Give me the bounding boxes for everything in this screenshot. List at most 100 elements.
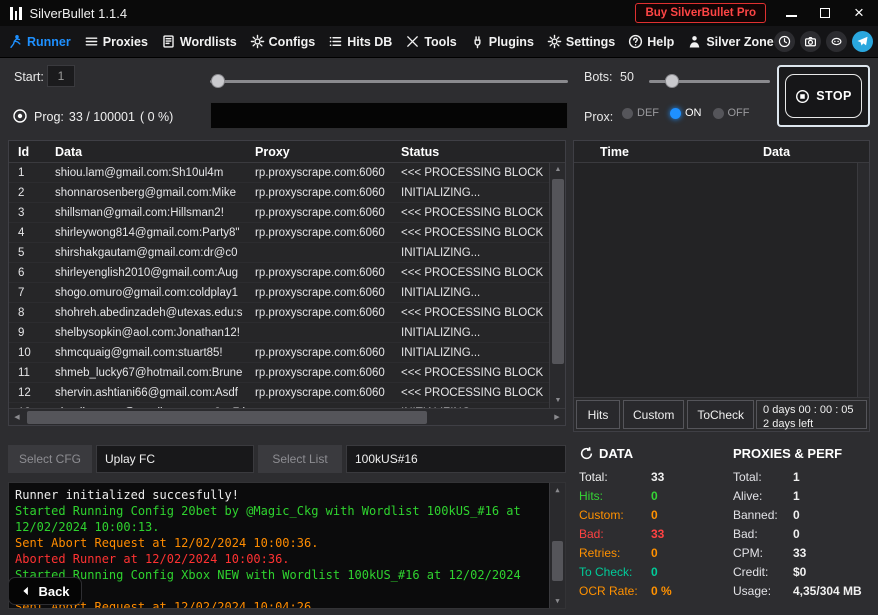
scroll-down-arrow[interactable]: ▼: [550, 394, 565, 408]
start-input[interactable]: [47, 65, 75, 87]
nav-item-hits-db[interactable]: Hits DB: [328, 34, 392, 49]
cell-status: INITIALIZING...: [401, 186, 481, 199]
cell-id: 3: [18, 206, 25, 219]
log-line: Runner initialized succesfully!: [15, 488, 239, 502]
nav-item-configs[interactable]: Configs: [250, 34, 315, 49]
table-row[interactable]: 8 shohreh.abedinzadeh@utexas.edu:s rp.prox…: [9, 303, 565, 323]
results-body: [574, 163, 869, 397]
scroll-left-arrow[interactable]: ◀: [9, 409, 25, 425]
prox-option-def[interactable]: DEF: [622, 107, 659, 119]
timer-box: 0 days 00 : 00 : 05 2 days left: [756, 400, 867, 430]
nav-item-proxies[interactable]: Proxies: [84, 34, 148, 49]
log-lines: Runner initialized succesfully! Started R…: [15, 487, 545, 608]
gear-icon: [250, 34, 265, 49]
hits-db-icon: [328, 34, 343, 49]
log-line: Aborted Runner at 12/02/2024 10:00:36.: [15, 552, 290, 566]
results-scrollbar[interactable]: [857, 163, 869, 397]
camera-button[interactable]: [799, 31, 821, 52]
cell-data: shiou.lam@gmail.com:Sh10ul4m: [55, 166, 224, 179]
table-row[interactable]: 2 shonnarosenberg@gmail.com:Mike rp.proxys…: [9, 183, 565, 203]
table-row[interactable]: 11 shmeb_lucky67@hotmail.com:Brune rp.prox…: [9, 363, 565, 383]
scroll-up-arrow[interactable]: ▲: [550, 163, 565, 177]
nav-bar: Runner Proxies Wordlists Configs Hits DB Tool…: [0, 26, 878, 58]
slider-thumb[interactable]: [211, 74, 225, 88]
table-row[interactable]: 10 shmcquaig@gmail.com:stuart85! rp.proxys…: [9, 343, 565, 363]
select-cfg-button[interactable]: Select CFG: [8, 445, 92, 473]
log-scrollbar[interactable]: ▲ ▼: [549, 483, 565, 608]
vertical-scrollbar[interactable]: ▲ ▼: [549, 163, 565, 408]
stat-value: 0: [651, 507, 658, 522]
clock-button[interactable]: [773, 31, 795, 52]
stat-row: Banned: 0: [733, 505, 873, 524]
table-row[interactable]: 3 shillsman@gmail.com:Hillsman2! rp.proxys…: [9, 203, 565, 223]
scroll-right-arrow[interactable]: ▶: [549, 409, 565, 425]
list-value[interactable]: 100kUS#16: [346, 445, 566, 473]
stat-label: Bad:: [579, 526, 604, 541]
nav-item-runner[interactable]: Runner: [8, 34, 71, 49]
time-remaining: 2 days left: [763, 418, 814, 430]
app-window: SilverBullet 1.1.4 Buy SilverBullet Pro …: [0, 0, 878, 615]
cell-proxy: rp.proxyscrape.com:6060: [255, 166, 385, 179]
start-slider[interactable]: [210, 74, 568, 88]
bots-slider[interactable]: [649, 74, 770, 88]
runner-table-body: 1 shiou.lam@gmail.com:Sh10ul4m rp.proxyscr…: [9, 163, 565, 423]
runner-log: Runner initialized succesfully! Started R…: [8, 482, 566, 609]
nav-item-silver-zone[interactable]: Silver Zone: [687, 34, 774, 49]
table-row[interactable]: 6 shirleyenglish2010@gmail.com:Aug rp.prox…: [9, 263, 565, 283]
scrollbar-thumb[interactable]: [552, 179, 564, 364]
slider-thumb[interactable]: [665, 74, 679, 88]
prox-option-on[interactable]: ON: [670, 107, 702, 119]
minimize-button[interactable]: [782, 5, 800, 21]
nav-item-plugins[interactable]: Plugins: [470, 34, 534, 49]
stat-row: Alive: 1: [733, 486, 873, 505]
nav-item-help[interactable]: Help: [628, 34, 674, 49]
stat-row: Credit: $0: [733, 562, 873, 581]
scrollbar-thumb[interactable]: [552, 541, 563, 581]
table-row[interactable]: 4 shirleywong814@gmail.com:Party8" rp.prox…: [9, 223, 565, 243]
stop-button[interactable]: STOP: [785, 74, 862, 118]
cfg-value[interactable]: Uplay FC: [96, 445, 254, 473]
results-panel: Time Data Hits Custom ToCheck 0 days 00 : …: [573, 140, 870, 432]
stat-value: 0: [651, 488, 658, 503]
table-row[interactable]: 7 shogo.omuro@gmail.com:coldplay1 rp.proxy…: [9, 283, 565, 303]
progress-icon: [12, 108, 28, 124]
stat-row: Retries: 0: [579, 543, 727, 562]
scroll-up-arrow[interactable]: ▲: [550, 483, 565, 497]
tab-tocheck[interactable]: ToCheck: [687, 400, 755, 429]
nav-item-label: Settings: [565, 34, 616, 49]
discord-button[interactable]: [825, 31, 847, 52]
table-row[interactable]: 12 shervin.ashtiani66@gmail.com:Asdf rp.pr…: [9, 383, 565, 403]
cell-data: shmeb_lucky67@hotmail.com:Brune: [55, 366, 243, 379]
tab-hits[interactable]: Hits: [576, 400, 620, 429]
prox-option-off[interactable]: OFF: [712, 107, 750, 119]
horizontal-scrollbar[interactable]: ◀ ▶: [9, 408, 565, 425]
close-button[interactable]: ×: [850, 4, 868, 21]
telegram-button[interactable]: [851, 31, 873, 52]
cell-status: <<< PROCESSING BLOCK: [401, 226, 544, 239]
nav-item-tools[interactable]: Tools: [405, 34, 457, 49]
runner-table-header: Id Data Proxy Status: [9, 141, 565, 163]
table-row[interactable]: 1 shiou.lam@gmail.com:Sh10ul4m rp.proxyscr…: [9, 163, 565, 183]
back-button[interactable]: Back: [8, 577, 82, 605]
table-row[interactable]: 5 shirshakgautam@gmail.com:dr@c0 INITIALIZ…: [9, 243, 565, 263]
scrollbar-thumb[interactable]: [27, 411, 427, 424]
prog-value: 33 / 100001: [68, 110, 135, 124]
cell-proxy: rp.proxyscrape.com:6060: [255, 386, 385, 399]
nav-item-settings[interactable]: Settings: [547, 34, 615, 49]
results-col-data: Data: [762, 144, 791, 159]
select-list-button[interactable]: Select List: [258, 445, 342, 473]
radio-label: DEF: [637, 107, 659, 119]
prog-label: Prog:: [34, 110, 64, 124]
stat-row: Total: 33: [579, 467, 727, 486]
scroll-down-arrow[interactable]: ▼: [550, 594, 565, 608]
table-row[interactable]: 9 shelbysopkin@aol.com:Jonathan12! INITIAL…: [9, 323, 565, 343]
nav-item-wordlists[interactable]: Wordlists: [161, 34, 237, 49]
app-logo-icon: [10, 6, 22, 20]
data-stats-title: DATA: [599, 446, 634, 461]
buy-pro-button[interactable]: Buy SilverBullet Pro: [635, 3, 766, 23]
tab-custom[interactable]: Custom: [623, 400, 685, 429]
cell-data: shogo.omuro@gmail.com:coldplay1: [55, 286, 238, 299]
stat-label: Total:: [733, 469, 762, 484]
data-stats-header: DATA: [579, 446, 727, 461]
maximize-button[interactable]: [816, 5, 834, 21]
